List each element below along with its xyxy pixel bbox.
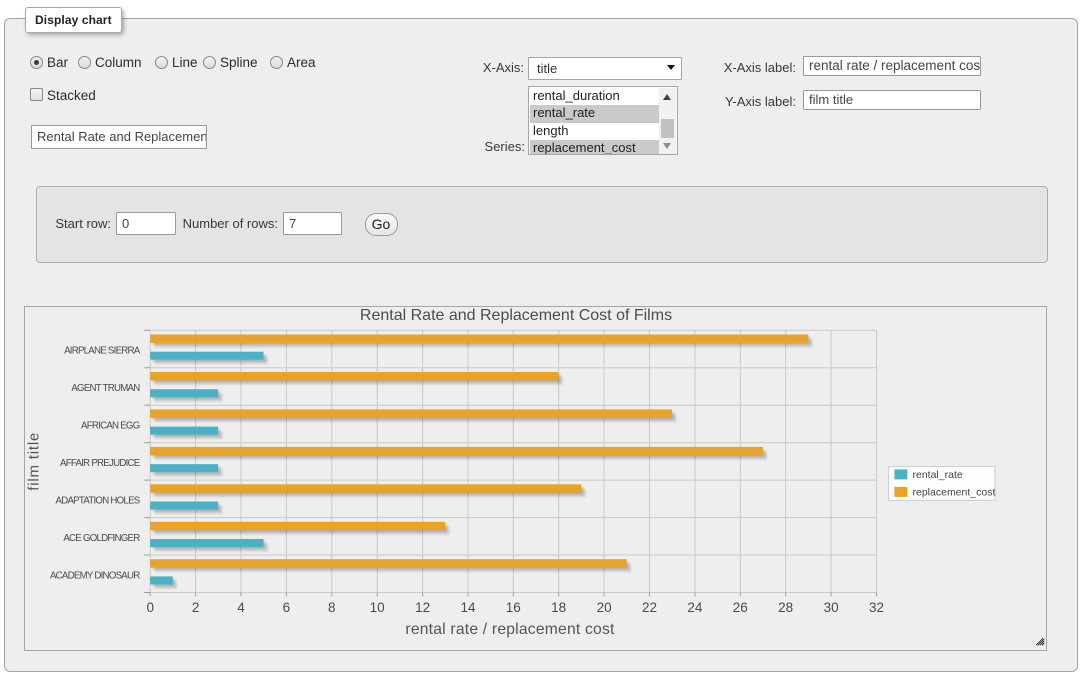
svg-text:AIRPLANE SIERRA: AIRPLANE SIERRA [64,346,141,357]
svg-text:18: 18 [551,600,566,615]
svg-text:replacement_cost: replacement_cost [913,487,996,499]
svg-text:rental_rate: rental_rate [913,469,963,481]
svg-text:20: 20 [597,600,612,615]
svg-text:6: 6 [283,600,291,615]
svg-text:AFFAIR PREJUDICE: AFFAIR PREJUDICE [60,458,141,469]
svg-text:28: 28 [778,600,793,615]
svg-text:12: 12 [415,600,430,615]
svg-text:ADAPTATION HOLES: ADAPTATION HOLES [56,496,141,507]
svg-text:30: 30 [824,600,839,615]
svg-text:2: 2 [192,600,200,615]
svg-text:AFRICAN EGG: AFRICAN EGG [81,421,140,432]
svg-text:AGENT TRUMAN: AGENT TRUMAN [71,383,140,394]
svg-text:Rental Rate and Replacement Co: Rental Rate and Replacement Cost of Film… [360,307,672,324]
svg-text:26: 26 [733,600,748,615]
svg-text:ACADEMY DINOSAUR: ACADEMY DINOSAUR [50,571,140,582]
svg-text:rental rate / replacement cost: rental rate / replacement cost [405,621,615,638]
svg-text:ACE GOLDFINGER: ACE GOLDFINGER [63,533,140,544]
svg-text:16: 16 [506,600,521,615]
svg-text:32: 32 [869,600,884,615]
svg-text:14: 14 [460,600,476,615]
svg-text:0: 0 [146,600,154,615]
svg-text:22: 22 [642,600,657,615]
svg-text:10: 10 [370,600,385,615]
svg-text:film title: film title [26,432,43,491]
svg-text:4: 4 [237,600,245,615]
svg-text:8: 8 [328,600,336,615]
svg-text:24: 24 [687,600,703,615]
